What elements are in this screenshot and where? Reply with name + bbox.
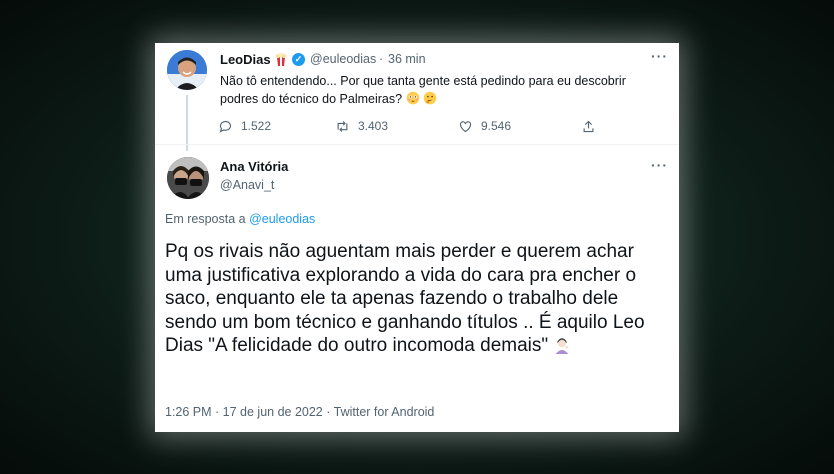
anavi-avatar[interactable] (167, 157, 209, 199)
like-action[interactable]: 9.546 (458, 119, 511, 133)
tweet2-author-name[interactable]: Ana Vitória (220, 159, 288, 174)
tweet-screenshot-card: LeoDias ✓ @euleodias · 36 min ··· Não tô… (155, 43, 679, 432)
thinking-face-emoji-icon (423, 91, 437, 106)
tweet1-time[interactable]: 36 min (388, 52, 426, 66)
reply-icon (219, 120, 232, 133)
tweet2-handle[interactable]: @Anavi_t (220, 178, 274, 192)
woman-tipping-hand-emoji-icon (553, 335, 571, 356)
share-icon (583, 120, 594, 132)
verified-badge-icon: ✓ (292, 53, 305, 66)
tweet2-timestamp[interactable]: 1:26 PM · 17 de jun de 2022 · Twitter fo… (165, 405, 434, 419)
leodias-avatar[interactable] (167, 50, 207, 90)
like-icon (459, 120, 472, 132)
tweet-divider (155, 144, 679, 145)
tweet1-handle[interactable]: @euleodias (310, 52, 376, 66)
share-action[interactable] (581, 119, 596, 133)
like-count: 9.546 (481, 119, 512, 133)
reply-to-handle[interactable]: @euleodias (249, 212, 315, 226)
reply-prefix: Em resposta a (165, 212, 246, 226)
flushed-face-emoji-icon (406, 91, 423, 106)
reply-count: 1.522 (241, 119, 272, 133)
popcorn-icon (275, 52, 287, 66)
tweet2-text-content: Pq os rivais não aguentam mais perder e … (165, 241, 645, 356)
tweet1-separator: · (379, 52, 384, 66)
retweet-icon (337, 120, 348, 132)
reply-context: Em resposta a @euleodias (165, 212, 315, 226)
retweet-count: 3.403 (358, 119, 389, 133)
tweet2-more-icon[interactable]: ··· (651, 157, 668, 173)
tweet1-more-icon[interactable]: ··· (651, 48, 668, 64)
reply-action[interactable]: 1.522 (218, 119, 271, 133)
retweet-action[interactable]: 3.403 (335, 119, 388, 133)
thread-connector-line (186, 95, 188, 151)
tweet2-text: Pq os rivais não aguentam mais perder e … (165, 240, 670, 358)
tweet1-text: Não tô entendendo... Por que tanta gente… (220, 72, 660, 108)
tweet1-author-name[interactable]: LeoDias (220, 52, 271, 67)
